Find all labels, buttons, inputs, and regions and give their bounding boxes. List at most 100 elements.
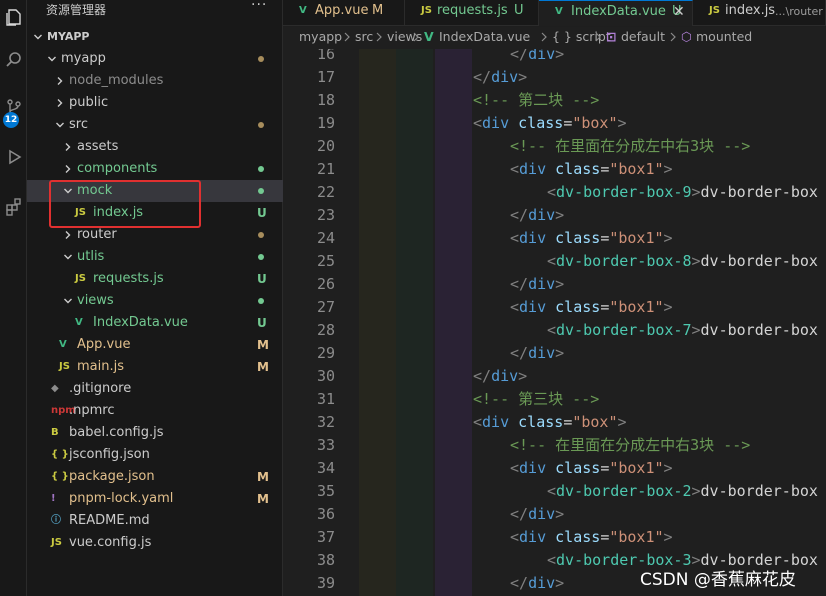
line-number: 34	[316, 459, 335, 477]
tree-item-views[interactable]: views	[27, 290, 283, 312]
breadcrumb-item-mounted[interactable]: mounted	[696, 27, 752, 47]
line-number: 38	[316, 551, 335, 569]
tree-item-npmrc[interactable]: npm .npmrc	[27, 400, 283, 422]
code-line: <dv-border-box-2>dv-border-box	[547, 480, 818, 503]
js-file-icon: JS	[421, 5, 432, 16]
tab-app-vue[interactable]: V App.vue M	[283, 0, 405, 26]
line-number: 33	[316, 436, 335, 454]
code-token: >	[663, 528, 673, 546]
code-token: </	[473, 367, 492, 385]
tree-item-utlis[interactable]: utlis	[27, 246, 283, 268]
explorer-title: 资源管理器	[46, 3, 107, 17]
tree-item-pnpm-lock-yaml[interactable]: ! pnpm-lock.yaml M	[27, 488, 283, 510]
tree-item-src[interactable]: src	[27, 114, 283, 136]
json-file-icon: { }	[51, 471, 69, 482]
tree-item-label: .gitignore	[69, 381, 132, 396]
tree-item-indexdata-vue[interactable]: V IndexData.vue U	[27, 312, 283, 334]
tree-item-main-js[interactable]: JS main.js M	[27, 356, 283, 378]
code-token: >	[663, 160, 673, 178]
line-number: 16	[316, 49, 335, 63]
code-token: <	[547, 482, 557, 500]
line-number: 24	[316, 229, 335, 247]
tree-item-assets[interactable]: assets	[27, 136, 283, 158]
more-actions-button[interactable]: ···	[251, 0, 267, 13]
search-icon[interactable]	[0, 44, 27, 74]
info-file-icon: ⓘ	[51, 515, 61, 526]
code-token: =	[600, 459, 610, 477]
breadcrumb-item-src[interactable]: src	[355, 27, 373, 47]
code-line: <!-- 在里面在分成左中右3块 -->	[510, 434, 750, 457]
code-token: "box"	[572, 114, 618, 132]
code-line: </div>	[510, 342, 564, 365]
tab-requests-js[interactable]: JS requests.js U	[405, 0, 539, 26]
chevron-down-icon	[31, 26, 45, 48]
git-file-icon: ◆	[51, 383, 59, 394]
code-token: dv-border-box-2	[556, 482, 692, 500]
tree-item-label: babel.config.js	[69, 425, 164, 440]
tree-item-requests-js[interactable]: JS requests.js U	[27, 268, 283, 290]
code-token: >	[555, 505, 565, 523]
git-status-badge: U	[257, 272, 267, 286]
code-token: class	[555, 160, 601, 178]
tree-item-app-vue[interactable]: V App.vue M	[27, 334, 283, 356]
code-token: "box1"	[609, 298, 664, 316]
tree-item-myapp[interactable]: myapp	[27, 48, 283, 70]
tree-item-label: pnpm-lock.yaml	[69, 491, 174, 506]
code-token: <	[547, 183, 557, 201]
line-number: 32	[316, 413, 335, 431]
git-status-dot	[258, 166, 264, 172]
tree-item-babel-config-js[interactable]: Bbabel.config.js	[27, 422, 283, 444]
tree-item-gitignore[interactable]: ◆ .gitignore	[27, 378, 283, 400]
code-token: div	[519, 528, 547, 546]
code-line: <div class="box1">	[510, 227, 673, 250]
code-line: <dv-border-box-7>dv-border-box	[547, 319, 818, 342]
yaml-file-icon: !	[51, 493, 56, 504]
code-token: >	[691, 183, 701, 201]
tree-item-jsconfig-json[interactable]: { } jsconfig.json	[27, 444, 283, 466]
workspace-root[interactable]: MYAPP	[27, 26, 283, 48]
line-number: 20	[316, 137, 335, 155]
tree-item-public[interactable]: public	[27, 92, 283, 114]
tab-index-js[interactable]: JS index.js ...\router	[693, 0, 826, 26]
vue-file-icon: V	[555, 6, 563, 17]
breadcrumb-item-file[interactable]: IndexData.vue	[439, 27, 530, 47]
tree-item-node-modules[interactable]: node_modules	[27, 70, 283, 92]
tree-item-label: utlis	[77, 249, 105, 264]
code-token: <!-- 在里面在分成左中右3块 -->	[510, 137, 751, 155]
tab-label: IndexData.vue	[571, 4, 666, 19]
close-icon[interactable]: ✕	[673, 1, 685, 23]
explorer-icon[interactable]	[0, 2, 27, 32]
code-token: >	[691, 482, 701, 500]
breadcrumb: myapp src views V IndexData.vue{ } script ⊡ de…	[283, 27, 826, 49]
code-line: <div class="box">	[473, 112, 627, 135]
code-token: <	[510, 298, 520, 316]
code-token: <	[473, 413, 483, 431]
code-token: <!-- 在里面在分成左中右3块 -->	[510, 436, 751, 454]
tree-item-vue-config-js[interactable]: JS vue.config.js	[27, 532, 283, 554]
indent-guide	[359, 49, 396, 596]
json-file-icon: { }	[51, 449, 69, 460]
tree-item-label: jsconfig.json	[69, 447, 150, 462]
code-token: div	[528, 275, 556, 293]
extensions-icon[interactable]	[0, 192, 27, 222]
tree-item-readme-md[interactable]: ⓘ README.md	[27, 510, 283, 532]
code-token: =	[600, 229, 610, 247]
breadcrumb-item-default[interactable]: default	[621, 27, 665, 47]
tree-item-package-json[interactable]: { } package.json M	[27, 466, 283, 488]
code-token: dv-border-box-8	[556, 252, 692, 270]
run-debug-icon[interactable]	[0, 142, 27, 172]
chevron-down-icon	[53, 114, 67, 136]
code-line: <div class="box1">	[510, 296, 673, 319]
code-token: </	[510, 206, 529, 224]
tab-indexdata-vue[interactable]: V IndexData.vue U ✕	[539, 0, 693, 26]
code-token: >	[555, 275, 565, 293]
code-token: <	[510, 528, 520, 546]
method-icon: ⬡	[681, 29, 692, 44]
code-editor[interactable]: 16 17 18 19 20 21 22 23 24 25 26 27 28 29 30 31 32 33 34 35…	[283, 49, 826, 596]
code-token: div	[519, 459, 547, 477]
tree-item-components[interactable]: components	[27, 158, 283, 180]
breadcrumb-item-myapp[interactable]: myapp	[299, 27, 342, 47]
